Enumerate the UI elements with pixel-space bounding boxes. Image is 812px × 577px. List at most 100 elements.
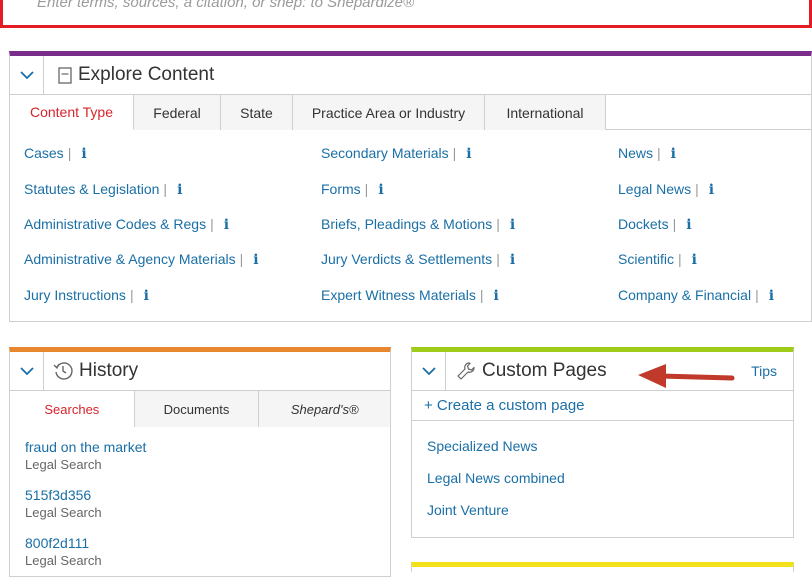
info-icon[interactable]: i bbox=[493, 288, 498, 304]
history-tabs: Searches Documents Shepard's® bbox=[10, 391, 390, 427]
content-type-link[interactable]: Administrative & Agency Materials | i bbox=[24, 251, 259, 268]
tips-link[interactable]: Tips bbox=[751, 352, 777, 390]
bottom-panel-partial bbox=[411, 562, 794, 572]
explore-title-text: Explore Content bbox=[78, 64, 215, 85]
tab-content-type[interactable]: Content Type bbox=[10, 95, 134, 130]
explore-tabs: Content Type Federal State Practice Area… bbox=[10, 95, 811, 130]
content-type-label[interactable]: Legal News bbox=[618, 181, 691, 197]
explore-header: Explore Content bbox=[10, 56, 811, 95]
content-type-link[interactable]: Administrative Codes & Regs | i bbox=[24, 216, 229, 233]
info-icon[interactable]: i bbox=[466, 146, 471, 162]
separator: | bbox=[163, 181, 168, 197]
separator: | bbox=[239, 251, 244, 267]
separator: | bbox=[496, 216, 500, 232]
content-type-label[interactable]: News bbox=[618, 145, 653, 161]
info-icon[interactable]: i bbox=[671, 146, 676, 162]
explore-title: Explore Content bbox=[58, 56, 214, 94]
content-type-label[interactable]: Administrative & Agency Materials bbox=[24, 251, 236, 267]
content-type-label[interactable]: Jury Verdicts & Settlements bbox=[321, 251, 492, 267]
info-icon[interactable]: i bbox=[177, 182, 182, 198]
custom-page-item[interactable]: Legal News combined bbox=[427, 470, 565, 486]
custom-page-item[interactable]: Specialized News bbox=[427, 438, 538, 454]
separator: | bbox=[695, 181, 699, 197]
history-type: Legal Search bbox=[25, 457, 102, 472]
tab-shepards[interactable]: Shepard's® bbox=[259, 391, 390, 427]
content-type-label[interactable]: Secondary Materials bbox=[321, 145, 449, 161]
separator: | bbox=[129, 287, 134, 303]
content-type-label[interactable]: Expert Witness Materials bbox=[321, 287, 476, 303]
document-icon bbox=[58, 66, 72, 84]
content-type-label[interactable]: Company & Financial bbox=[618, 287, 751, 303]
separator: | bbox=[672, 216, 677, 232]
history-header: History bbox=[10, 352, 390, 391]
content-type-link[interactable]: Expert Witness Materials | i bbox=[321, 287, 499, 304]
content-type-label[interactable]: Statutes & Legislation bbox=[24, 181, 159, 197]
content-type-link[interactable]: Cases | i bbox=[24, 145, 87, 162]
info-icon[interactable]: i bbox=[709, 182, 714, 198]
chevron-down-icon[interactable] bbox=[10, 352, 44, 390]
tab-federal[interactable]: Federal bbox=[134, 95, 221, 130]
history-panel: History Searches Documents Shepard's® fr… bbox=[9, 347, 391, 577]
history-link[interactable]: 515f3d356 bbox=[25, 487, 102, 503]
content-type-link[interactable]: Company & Financial | i bbox=[618, 287, 774, 304]
content-type-label[interactable]: Jury Instructions bbox=[24, 287, 126, 303]
separator: | bbox=[479, 287, 484, 303]
content-type-label[interactable]: Cases bbox=[24, 145, 64, 161]
search-input-placeholder[interactable]: Enter terms, sources, a citation, or she… bbox=[37, 0, 414, 11]
info-icon[interactable]: i bbox=[686, 217, 691, 233]
info-icon[interactable]: i bbox=[510, 252, 515, 268]
content-type-link[interactable]: Secondary Materials | i bbox=[321, 145, 472, 162]
separator: | bbox=[452, 145, 457, 161]
tab-international[interactable]: International bbox=[485, 95, 606, 130]
content-type-label[interactable]: Briefs, Pleadings & Motions bbox=[321, 216, 492, 232]
content-type-link[interactable]: Dockets | i bbox=[618, 216, 692, 233]
content-type-link[interactable]: Jury Verdicts & Settlements | i bbox=[321, 251, 515, 268]
content-type-link[interactable]: Briefs, Pleadings & Motions | i bbox=[321, 216, 515, 233]
separator: | bbox=[755, 287, 759, 303]
content-type-link[interactable]: Statutes & Legislation | i bbox=[24, 181, 182, 198]
wrench-icon bbox=[456, 361, 476, 381]
content-type-link[interactable]: Forms | i bbox=[321, 181, 384, 198]
separator: | bbox=[657, 145, 661, 161]
content-type-label[interactable]: Forms bbox=[321, 181, 361, 197]
arrow-left-icon bbox=[638, 364, 735, 388]
tab-searches[interactable]: Searches bbox=[10, 391, 135, 427]
info-icon[interactable]: i bbox=[769, 288, 774, 304]
tab-documents[interactable]: Documents bbox=[134, 391, 260, 427]
info-icon[interactable]: i bbox=[224, 217, 229, 233]
content-type-label[interactable]: Scientific bbox=[618, 251, 674, 267]
separator: | bbox=[496, 251, 500, 267]
info-icon[interactable]: i bbox=[253, 252, 258, 268]
content-type-link[interactable]: Scientific | i bbox=[618, 251, 697, 268]
history-type: Legal Search bbox=[25, 553, 102, 568]
chevron-down-icon[interactable] bbox=[412, 352, 446, 390]
tab-state[interactable]: State bbox=[221, 95, 293, 130]
info-icon[interactable]: i bbox=[144, 288, 149, 304]
history-title-text: History bbox=[79, 360, 139, 381]
explore-content-panel: Explore Content Content Type Federal Sta… bbox=[9, 51, 812, 322]
separator: | bbox=[364, 181, 369, 197]
info-icon[interactable]: i bbox=[510, 217, 515, 233]
history-link[interactable]: 800f2d111 bbox=[25, 535, 102, 551]
tab-practice-area[interactable]: Practice Area or Industry bbox=[293, 95, 485, 130]
custom-page-item[interactable]: Joint Venture bbox=[427, 502, 509, 518]
history-type: Legal Search bbox=[25, 505, 102, 520]
chevron-down-icon[interactable] bbox=[10, 56, 44, 94]
info-icon[interactable]: i bbox=[378, 182, 383, 198]
content-type-label[interactable]: Administrative Codes & Regs bbox=[24, 216, 206, 232]
info-icon[interactable]: i bbox=[81, 146, 86, 162]
content-type-label[interactable]: Dockets bbox=[618, 216, 669, 232]
content-type-link[interactable]: Legal News | i bbox=[618, 181, 714, 198]
history-item: 800f2d111 Legal Search bbox=[25, 535, 102, 568]
content-type-link[interactable]: Jury Instructions | i bbox=[24, 287, 149, 304]
separator: | bbox=[210, 216, 214, 232]
history-clock-icon bbox=[53, 361, 73, 381]
history-link[interactable]: fraud on the market bbox=[25, 439, 146, 455]
separator: | bbox=[67, 145, 72, 161]
content-type-link[interactable]: News | i bbox=[618, 145, 676, 162]
history-title: History bbox=[53, 352, 138, 390]
history-item: 515f3d356 Legal Search bbox=[25, 487, 102, 520]
search-box[interactable]: Enter terms, sources, a citation, or she… bbox=[0, 0, 812, 28]
history-item: fraud on the market Legal Search bbox=[25, 439, 146, 472]
info-icon[interactable]: i bbox=[692, 252, 697, 268]
